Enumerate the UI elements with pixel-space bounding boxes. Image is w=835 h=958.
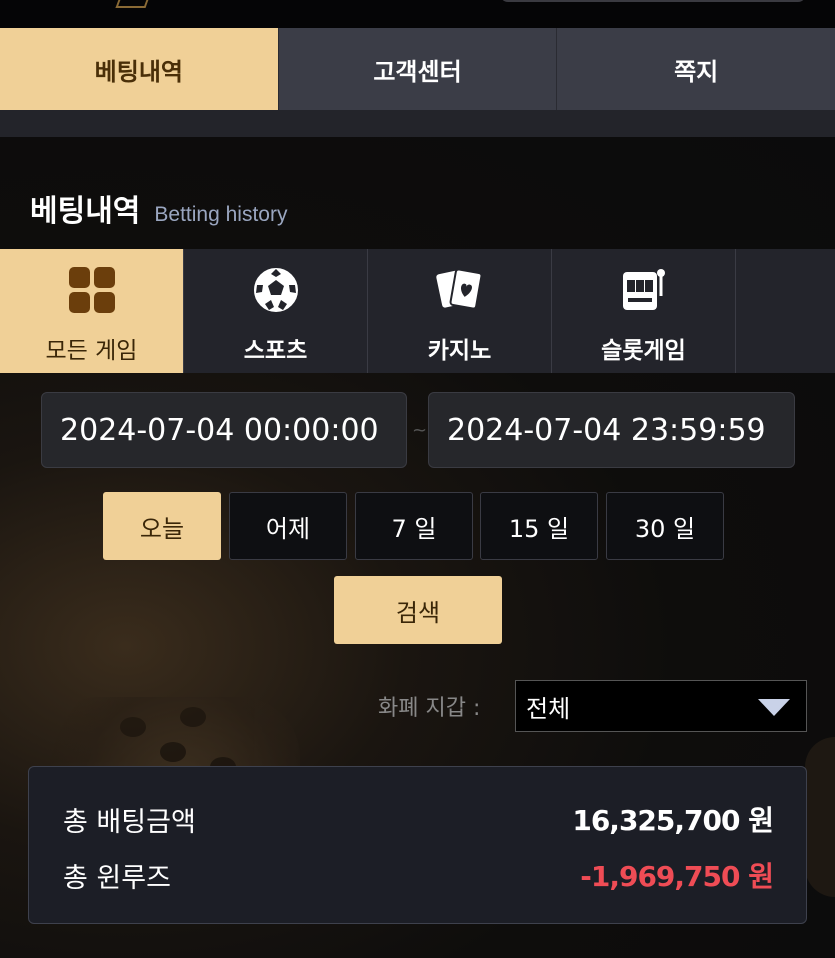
- top-search-box[interactable]: [500, 0, 806, 2]
- slot-machine-icon: [617, 263, 671, 317]
- soccer-ball-icon: [249, 263, 303, 317]
- game-tab-label: 모든 게임: [45, 338, 138, 364]
- game-tab-casino[interactable]: 카지노: [368, 249, 552, 373]
- playing-cards-icon: [433, 263, 487, 317]
- quick-yesterday-button[interactable]: 어제: [229, 492, 347, 560]
- total-winloss-label: 총 윈루즈: [63, 862, 171, 894]
- game-tab-label: 슬롯게임: [601, 338, 686, 364]
- end-date-input[interactable]: 2024-07-04 23:59:59: [428, 392, 795, 468]
- tab-messages[interactable]: 쪽지: [556, 28, 835, 110]
- total-bet-row: 총 배팅금액 16,325,700 원: [63, 799, 774, 839]
- currency-wallet-select[interactable]: 전체: [515, 680, 807, 732]
- section-title: 베팅내역 Betting history: [30, 186, 287, 230]
- game-tab-mini[interactable]: 미니: [736, 249, 835, 373]
- quick-15days-button[interactable]: 15 일: [480, 492, 598, 560]
- date-range-separator: ~: [412, 420, 428, 441]
- tab-customer-center[interactable]: 고객센터: [277, 28, 557, 110]
- total-bet-label: 총 배팅금액: [63, 806, 196, 838]
- quick-7days-button[interactable]: 7 일: [355, 492, 473, 560]
- game-tab-sports[interactable]: 스포츠: [184, 249, 368, 373]
- game-category-tabs: 모든 게임 스포츠 카지노 슬롯게임: [0, 249, 835, 373]
- betting-summary-panel: 총 배팅금액 16,325,700 원 총 윈루즈 -1,969,750 원: [28, 766, 807, 924]
- page-title: 베팅내역: [30, 194, 141, 229]
- game-tab-label: 카지노: [427, 338, 492, 364]
- quick-today-button[interactable]: 오늘: [103, 492, 221, 560]
- page-subtitle: Betting history: [154, 203, 288, 226]
- quick-30days-button[interactable]: 30 일: [606, 492, 724, 560]
- search-button[interactable]: 검색: [334, 576, 502, 644]
- top-bar: [0, 0, 835, 28]
- game-tab-slot[interactable]: 슬롯게임: [552, 249, 736, 373]
- currency-wallet-value: 전체: [526, 694, 571, 723]
- start-date-input[interactable]: 2024-07-04 00:00:00: [41, 392, 407, 468]
- grid-icon: [65, 263, 119, 317]
- total-winloss-value: -1,969,750 원: [580, 860, 774, 893]
- game-tab-all[interactable]: 모든 게임: [0, 249, 184, 373]
- total-winloss-row: 총 윈루즈 -1,969,750 원: [63, 855, 774, 895]
- dropdown-arrow-icon: [758, 699, 790, 716]
- nav-divider: [0, 110, 835, 137]
- total-bet-value: 16,325,700 원: [572, 804, 774, 837]
- main-nav: 베팅내역 고객센터 쪽지: [0, 28, 835, 110]
- tab-betting-history[interactable]: 베팅내역: [0, 28, 278, 110]
- currency-wallet-label: 화폐 지갑 :: [378, 696, 481, 721]
- dice-background-decoration-right: [805, 737, 835, 897]
- logo-icon[interactable]: [115, 0, 151, 8]
- game-tab-label: 스포츠: [243, 338, 308, 364]
